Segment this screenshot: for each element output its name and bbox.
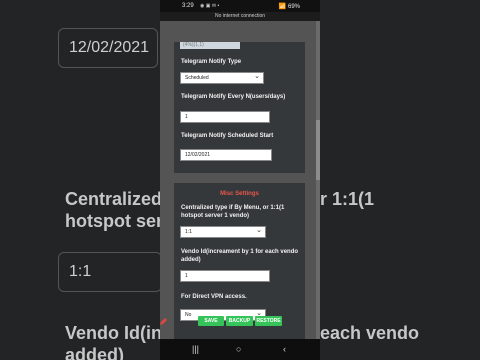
misc-settings-title: Misc Settings [220,191,259,197]
bg-heading-line1: Centralized [65,189,160,209]
centralized-type-select[interactable]: 1:1 [180,225,266,238]
settings-content: (4%)(1,1) Telegram Notify Type Scheduled… [160,21,320,341]
bg-right-heading: r 1:1(1 [320,189,375,209]
bg-right-vendo: each vendo [320,323,420,343]
telegram-notify-type-label: Telegram Notify Type [181,59,242,65]
direct-vpn-label: For Direct VPN access. [181,294,247,300]
centralized-type-label: Centralized type if By Menu, or 1:1(1 ho… [181,205,285,219]
backup-button[interactable]: BACKUP [226,316,253,326]
vendo-id-label: Vendo Id(increament by 1 for each vendo … [181,249,299,263]
telegram-notify-every-label: Telegram Notify Every N(users/days) [181,94,286,100]
back-icon[interactable]: ‹ [283,344,286,355]
no-internet-banner: No internet connection [160,12,320,21]
scrollbar-thumb[interactable] [316,120,320,180]
phone-screen: 3:29 ◉ ▣ ✉ • 📶 69% No internet connectio… [160,0,320,360]
battery-indicator: 📶 69% [278,4,300,10]
restore-button[interactable]: RESTORE [255,316,282,326]
scrollbar-track[interactable] [316,21,320,339]
status-time: 3:29 [182,3,194,9]
telegram-notify-type-select[interactable]: Scheduled [180,71,264,84]
bg-vendo-line2: added) [65,345,125,360]
bg-date-field: 12/02/2021 [58,28,158,68]
vendo-id-input[interactable]: 1 [180,270,270,282]
telegram-scheduled-start-label: Telegram Notify Scheduled Start [181,133,274,139]
notification-icons: ◉ ▣ ✉ • [200,3,220,9]
status-bar: 3:29 ◉ ▣ ✉ • 📶 69% [160,0,320,12]
android-nav-bar: ||| ○ ‹ [160,339,320,360]
telegram-notify-every-input[interactable]: 1 [180,111,270,123]
telegram-scheduled-start-input[interactable]: 12/02/2021 [180,149,272,161]
bg-select-field: 1:1 [58,252,160,292]
background-right: r 1:1(1 each vendo [320,0,480,360]
bg-vendo-line1: Vendo Id(in [65,323,160,343]
edit-pen-icon[interactable] [159,318,167,326]
recents-icon[interactable]: ||| [192,344,199,355]
telegram-settings-card: (4%)(1,1) Telegram Notify Type Scheduled… [174,42,305,173]
home-icon[interactable]: ○ [236,344,241,355]
save-button[interactable]: SAVE [198,316,224,326]
telegram-top-field[interactable]: (4%)(1,1) [180,42,240,49]
background-left: 12/02/2021 Centralized hotspot ser 1:1 V… [0,0,160,360]
bg-heading-line2: hotspot ser [65,211,160,231]
